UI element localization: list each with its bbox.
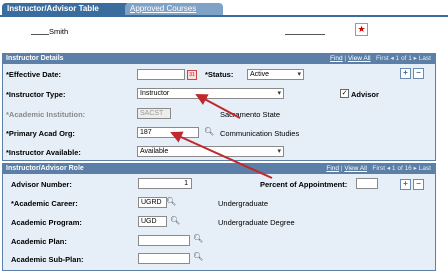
annotation-arrow xyxy=(195,94,241,119)
annotation-arrows xyxy=(170,94,273,179)
annotation-arrow xyxy=(170,131,273,179)
